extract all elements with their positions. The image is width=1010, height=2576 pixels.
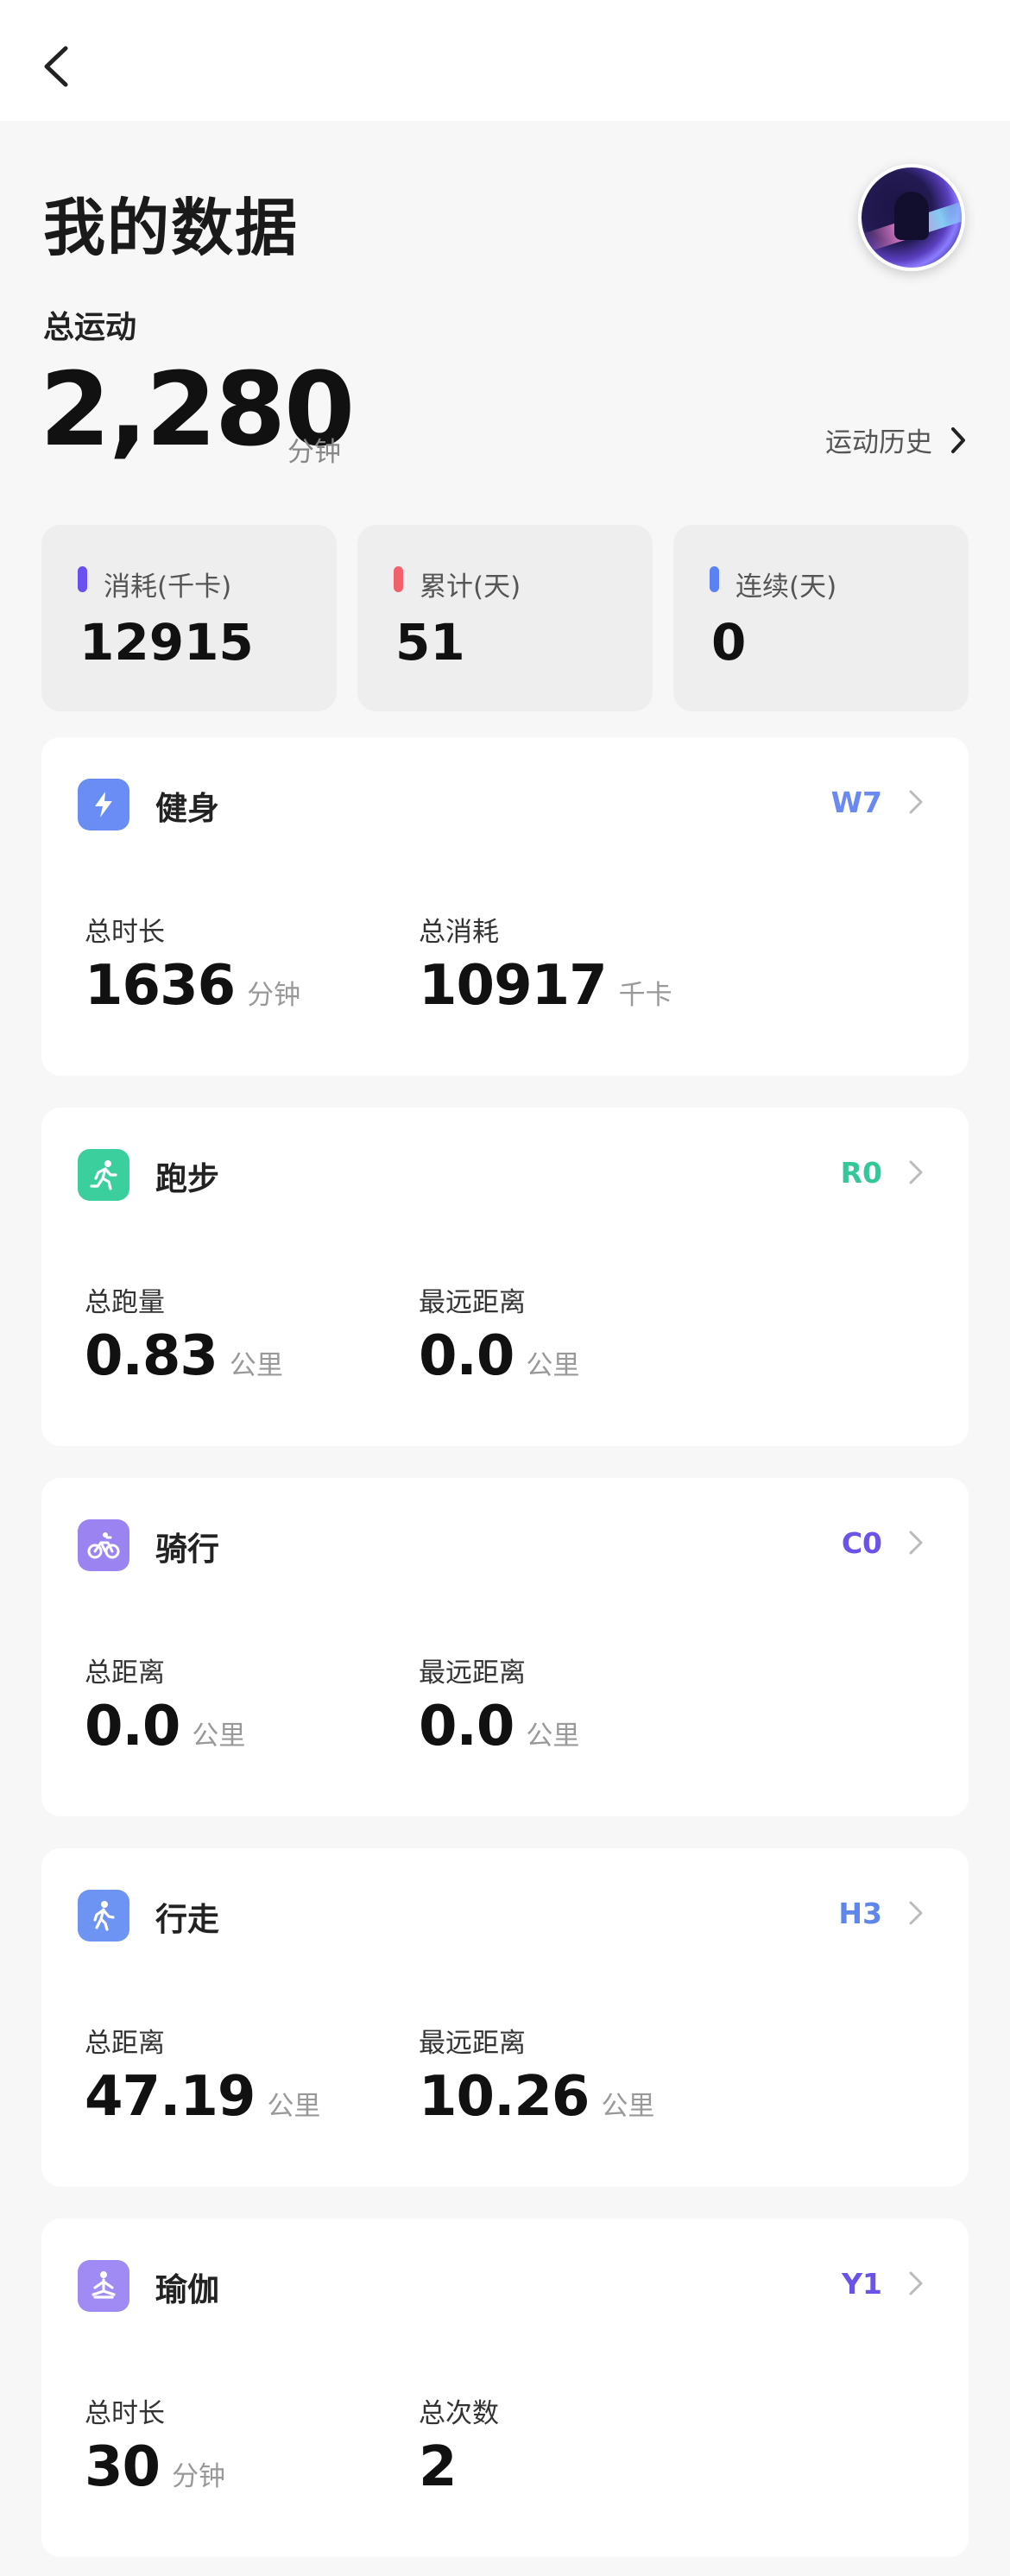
- sport-name: 行走: [155, 1901, 219, 1938]
- sport-code: H3: [838, 1897, 882, 1930]
- sport-card-cycling[interactable]: 骑行 C0 总距离 0.0 公里 最远距离 0.0 公里: [41, 1478, 969, 1816]
- metric-unit: 分钟: [247, 980, 301, 1011]
- back-button[interactable]: [35, 35, 81, 98]
- stat-color-dot: [710, 566, 719, 592]
- sport-name: 健身: [155, 790, 219, 827]
- walking-icon: [78, 1890, 129, 1941]
- stat-value: 51: [395, 613, 465, 672]
- chevron-left-icon: [44, 46, 68, 87]
- metric-label: 总消耗: [419, 917, 499, 948]
- page-title: 我的数据: [43, 192, 300, 264]
- metric-longest-distance: 最远距离 0.0 公里: [419, 1651, 579, 1756]
- metric-label: 总次数: [419, 2398, 499, 2429]
- chevron-right-icon: [909, 2271, 923, 2295]
- metric-label: 总距离: [85, 2028, 165, 2059]
- metric-total-running-distance: 总跑量 0.83 公里: [85, 1280, 283, 1386]
- chevron-right-icon: [909, 790, 923, 814]
- metric-total-calories: 总消耗 10917 千卡: [419, 910, 672, 1015]
- stat-consecutive-days: 连续(天) 0: [673, 525, 969, 711]
- top-nav-bar: [0, 0, 1010, 121]
- chevron-right-icon: [909, 1901, 923, 1925]
- metric-unit: 公里: [229, 1350, 283, 1381]
- metric-value: 0.83: [85, 1324, 218, 1388]
- metric-unit: 公里: [267, 2091, 321, 2122]
- metric-unit: 千卡: [618, 980, 672, 1011]
- yoga-icon: [78, 2260, 129, 2312]
- metric-value: 0.0: [85, 1695, 180, 1758]
- stat-value: 12915: [79, 613, 254, 672]
- metric-longest-distance: 最远距离 10.26 公里: [419, 2021, 654, 2126]
- sport-name: 骑行: [155, 1531, 219, 1568]
- metric-value: 30: [85, 2435, 161, 2499]
- my-data-page: 我的数据 总运动 2,280 分钟 运动历史 消耗(千卡) 12915 累计(天…: [0, 0, 1010, 2576]
- metric-label: 总跑量: [85, 1287, 165, 1318]
- metric-value: 0.0: [419, 1324, 514, 1388]
- cycling-icon: [78, 1519, 129, 1571]
- metric-value: 10917: [419, 954, 608, 1018]
- running-icon: [78, 1149, 129, 1201]
- metric-unit: 分钟: [172, 2461, 226, 2492]
- sport-card-running[interactable]: 跑步 R0 总跑量 0.83 公里 最远距离 0.0 公里: [41, 1108, 969, 1446]
- stat-label: 累计(天): [420, 571, 521, 603]
- metric-label: 最远距离: [419, 2028, 526, 2059]
- metric-unit: 公里: [526, 1350, 580, 1381]
- metric-total-distance: 总距离 0.0 公里: [85, 1651, 245, 1756]
- stat-color-dot: [394, 566, 403, 592]
- exercise-history-label: 运动历史: [825, 427, 932, 458]
- metric-value: 47.19: [85, 2065, 256, 2129]
- metric-total-sessions: 总次数 2: [419, 2391, 499, 2497]
- sport-code: Y1: [842, 2267, 882, 2301]
- metric-total-duration: 总时长 1636 分钟: [85, 910, 300, 1015]
- stat-cumulative-days: 累计(天) 51: [357, 525, 653, 711]
- metric-total-duration: 总时长 30 分钟: [85, 2391, 225, 2497]
- metric-value: 2: [419, 2435, 458, 2499]
- metric-value: 0.0: [419, 1695, 514, 1758]
- metric-unit: 公里: [601, 2091, 655, 2122]
- stat-value: 0: [711, 613, 747, 672]
- metric-label: 总时长: [85, 2398, 165, 2429]
- sport-name: 跑步: [155, 1160, 219, 1197]
- sport-name: 瑜伽: [155, 2271, 219, 2308]
- metric-value: 10.26: [419, 2065, 590, 2129]
- metric-unit: 公里: [526, 1720, 580, 1752]
- sport-card-fitness[interactable]: 健身 W7 总时长 1636 分钟 总消耗 10917 千卡: [41, 737, 969, 1076]
- metric-longest-distance: 最远距离 0.0 公里: [419, 1280, 579, 1386]
- stat-label: 消耗(千卡): [104, 571, 232, 603]
- avatar-figure: [894, 192, 929, 240]
- metric-value: 1636: [85, 954, 236, 1018]
- lightning-icon: [78, 779, 129, 830]
- chevron-right-icon: [951, 426, 965, 453]
- avatar[interactable]: [858, 164, 965, 271]
- metric-label: 最远距离: [419, 1657, 526, 1689]
- stat-color-dot: [78, 566, 87, 592]
- total-exercise-unit: 分钟: [287, 437, 341, 468]
- sport-code: C0: [841, 1526, 882, 1560]
- stat-label: 连续(天): [735, 571, 837, 603]
- metric-total-distance: 总距离 47.19 公里: [85, 2021, 320, 2126]
- exercise-history-link[interactable]: 运动历史: [825, 420, 967, 459]
- sport-code: W7: [830, 786, 882, 819]
- sport-code: R0: [840, 1156, 882, 1190]
- total-exercise-label: 总运动: [43, 310, 137, 345]
- chevron-right-icon: [909, 1160, 923, 1184]
- metric-label: 总距离: [85, 1657, 165, 1689]
- metric-label: 总时长: [85, 917, 165, 948]
- chevron-right-icon: [909, 1531, 923, 1555]
- metric-label: 最远距离: [419, 1287, 526, 1318]
- metric-unit: 公里: [192, 1720, 246, 1752]
- stat-calories: 消耗(千卡) 12915: [41, 525, 337, 711]
- sport-card-walking[interactable]: 行走 H3 总距离 47.19 公里 最远距离 10.26 公里: [41, 1848, 969, 2187]
- sport-card-yoga[interactable]: 瑜伽 Y1 总时长 30 分钟 总次数 2: [41, 2219, 969, 2557]
